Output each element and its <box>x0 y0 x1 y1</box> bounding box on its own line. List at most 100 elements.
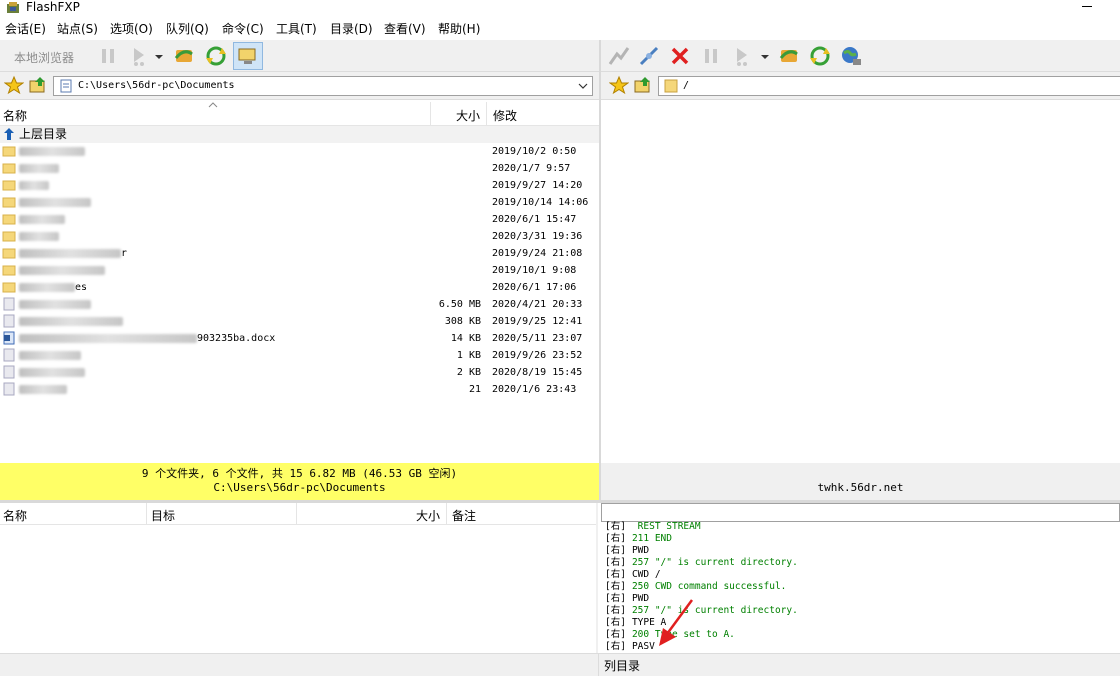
remote-path-text: / <box>683 80 690 91</box>
sort-ascending-icon <box>208 102 218 108</box>
title-bar: FlashFXP <box>0 0 1120 18</box>
command-input[interactable] <box>601 503 1120 522</box>
menu-options[interactable]: 选项(O) <box>110 22 153 36</box>
file-row[interactable]: 1 KB 2019/9/26 23:52 <box>0 347 599 364</box>
parent-directory-row[interactable]: 上层目录 <box>0 126 599 143</box>
file-modified: 2020/6/1 17:06 <box>492 282 577 293</box>
folder-row[interactable]: 2019/10/14 14:06 <box>0 194 599 211</box>
menu-view[interactable]: 查看(V) <box>384 22 426 36</box>
menu-commands[interactable]: 命令(C) <box>222 22 264 36</box>
redacted-name <box>19 333 197 343</box>
chevron-down-icon[interactable] <box>152 44 166 68</box>
file-icon <box>3 365 15 379</box>
local-browser-label[interactable]: 本地浏览器 <box>14 49 74 66</box>
file-size: 6.50 MB <box>438 299 481 310</box>
column-modified[interactable]: 修改 <box>493 107 517 124</box>
transfer-play-icon[interactable] <box>731 44 755 68</box>
file-row[interactable]: 2 KB 2020/8/19 15:45 <box>0 364 599 381</box>
disconnect-icon[interactable] <box>668 44 692 68</box>
folder-row[interactable]: es 2020/6/1 17:06 <box>0 279 599 296</box>
file-name-visible-part: es <box>75 282 88 293</box>
pause-icon[interactable] <box>96 44 120 68</box>
globe-icon[interactable] <box>839 44 863 68</box>
remote-path-combobox[interactable]: / <box>658 76 1120 96</box>
file-modified: 2019/9/24 21:08 <box>492 248 583 259</box>
file-size: 14 KB <box>450 333 481 344</box>
folder-row[interactable]: 2020/6/1 15:47 <box>0 211 599 228</box>
queue-column-target[interactable]: 目标 <box>151 507 175 524</box>
file-row[interactable]: 903235ba.docx 14 KB 2020/5/11 23:07 <box>0 330 599 347</box>
log-line: [右] 257 "/" is current directory. <box>605 557 1115 569</box>
word-document-icon <box>3 331 15 345</box>
log-line: [右] PWD <box>605 545 1115 557</box>
folder-row[interactable]: 2019/10/2 0:50 <box>0 143 599 160</box>
local-computer-icon <box>238 48 256 64</box>
connect-icon[interactable] <box>607 44 631 68</box>
quick-connect-icon[interactable] <box>637 44 661 68</box>
file-size: 308 KB <box>444 316 481 327</box>
log-tag: [右] <box>605 521 626 532</box>
file-row[interactable]: 308 KB 2019/9/25 12:41 <box>0 313 599 330</box>
parent-folder-icon[interactable] <box>633 75 653 95</box>
menu-session[interactable]: 会话(E) <box>5 22 46 36</box>
refresh-folders-icon[interactable] <box>777 44 801 68</box>
queue-column-name[interactable]: 名称 <box>3 507 27 524</box>
file-row[interactable]: 6.50 MB 2020/4/21 20:33 <box>0 296 599 313</box>
refresh-icon[interactable] <box>808 44 832 68</box>
column-divider[interactable] <box>486 102 487 126</box>
folder-row[interactable]: 2020/3/31 19:36 <box>0 228 599 245</box>
up-arrow-icon <box>4 128 14 140</box>
remote-toolbar <box>601 40 1120 72</box>
chevron-down-icon[interactable] <box>758 44 772 68</box>
folder-icon <box>2 265 16 276</box>
file-name <box>19 211 65 228</box>
folder-row[interactable]: 2019/9/27 14:20 <box>0 177 599 194</box>
remote-file-list[interactable] <box>601 102 1120 463</box>
queue-column-note[interactable]: 备注 <box>452 507 476 524</box>
file-row[interactable]: 21 2020/1/6 23:43 <box>0 381 599 398</box>
local-browser-toggle-button[interactable] <box>233 42 263 70</box>
column-divider[interactable] <box>296 503 297 525</box>
menu-queue[interactable]: 队列(Q) <box>166 22 209 36</box>
menu-help[interactable]: 帮助(H) <box>438 22 480 36</box>
refresh-folders-icon[interactable] <box>172 44 196 68</box>
folder-row[interactable]: 2020/1/7 9:57 <box>0 160 599 177</box>
column-divider[interactable] <box>446 503 447 525</box>
menu-tools[interactable]: 工具(T) <box>276 22 317 36</box>
log-tag: [右] <box>605 605 626 616</box>
column-size[interactable]: 大小 <box>456 107 480 124</box>
favorite-star-icon[interactable] <box>609 75 629 95</box>
log-tag: [右] <box>605 545 626 556</box>
column-divider[interactable] <box>146 503 147 525</box>
window-title: FlashFXP <box>26 0 80 14</box>
folder-icon <box>2 214 16 225</box>
file-modified: 2019/10/2 0:50 <box>492 146 577 157</box>
file-modified: 2019/10/1 9:08 <box>492 265 577 276</box>
menu-directory[interactable]: 目录(D) <box>330 22 373 36</box>
pause-icon[interactable] <box>699 44 723 68</box>
file-icon <box>3 382 15 396</box>
favorite-star-icon[interactable] <box>4 75 24 95</box>
refresh-icon[interactable] <box>204 44 228 68</box>
transfer-play-icon[interactable] <box>128 44 152 68</box>
menu-sites[interactable]: 站点(S) <box>57 22 98 36</box>
column-name[interactable]: 名称 <box>3 107 27 124</box>
folder-row[interactable]: r 2019/9/24 21:08 <box>0 245 599 262</box>
file-name <box>19 296 91 313</box>
file-modified: 2020/1/6 23:43 <box>492 384 577 395</box>
parent-folder-icon[interactable] <box>28 75 48 95</box>
local-path-combobox[interactable]: C:\Users\56dr-pc\Documents <box>53 76 593 96</box>
log-text: REST STREAM <box>631 521 701 532</box>
folder-row[interactable]: 2019/10/1 9:08 <box>0 262 599 279</box>
log-text: PWD <box>631 545 650 556</box>
local-status-panel: 9 个文件夹, 6 个文件, 共 15 6.82 MB (46.53 GB 空闲… <box>0 463 599 500</box>
status-divider <box>598 654 599 676</box>
column-divider[interactable] <box>430 102 431 126</box>
redacted-name <box>19 367 85 377</box>
chevron-down-icon[interactable] <box>578 82 588 90</box>
redacted-name <box>19 248 121 258</box>
minimize-button[interactable] <box>1082 6 1092 7</box>
queue-column-size[interactable]: 大小 <box>416 507 440 524</box>
log-line: [右] 211 END <box>605 533 1115 545</box>
file-icon <box>3 314 15 328</box>
